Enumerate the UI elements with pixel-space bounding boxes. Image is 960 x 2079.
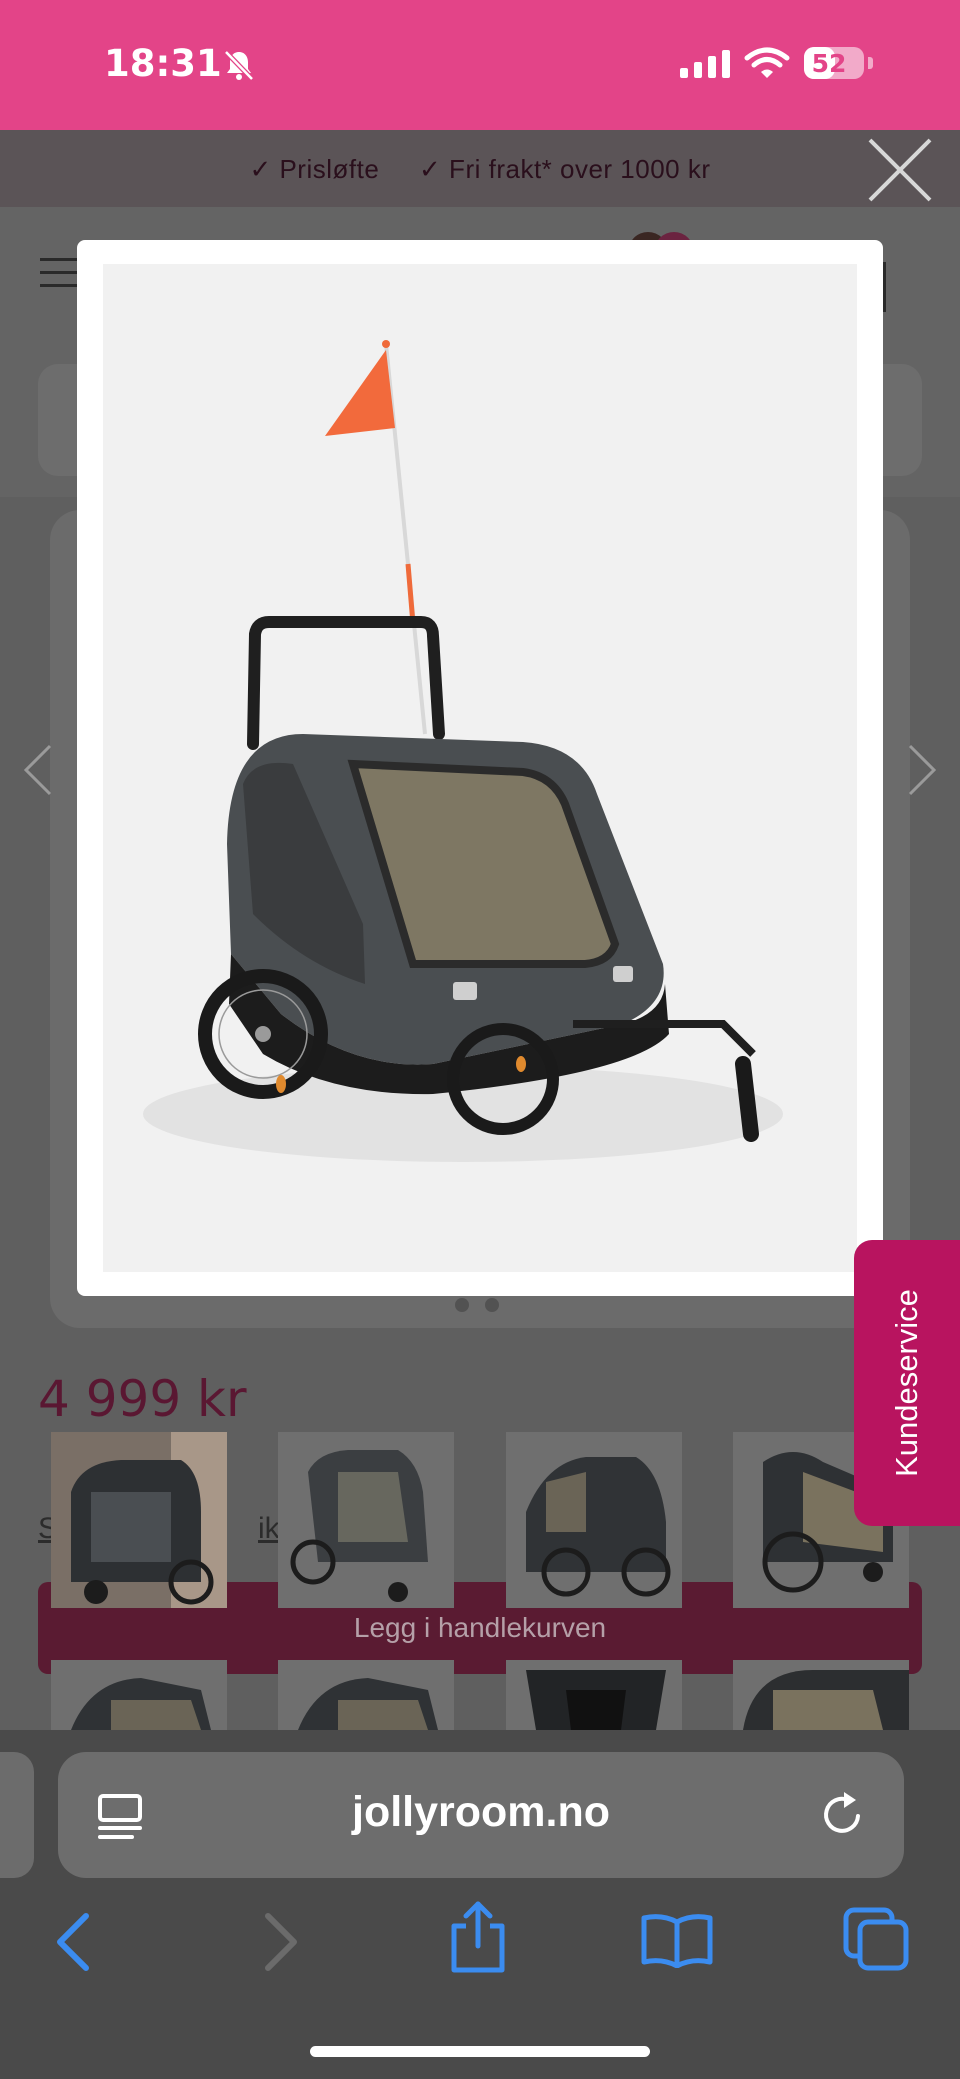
customer-service-tab[interactable]: Kundeservice [854,1240,960,1526]
menu-icon[interactable] [40,258,80,288]
thumbnail-1[interactable] [51,1432,227,1608]
thumbnail-6[interactable] [278,1660,454,1730]
home-indicator [310,2046,650,2057]
status-bar: 18:31 52 [0,0,960,130]
battery-icon: 52 [804,47,864,79]
promo-bar: ✓ Prisløfte ✓ Fri frakt* over 1000 kr [0,130,960,207]
bookmarks-icon[interactable] [640,1912,714,1968]
thumbnail-8[interactable] [733,1660,909,1730]
promo-price-promise: ✓ Prisløfte [249,154,380,184]
close-icon[interactable] [862,132,938,208]
previous-tab-preview[interactable] [0,1752,34,1878]
page: 18:31 52 ✓ Prisløfte ✓ Fri frakt* over 1… [0,0,960,2079]
product-image [103,264,857,1272]
status-time: 18:31 [104,42,222,85]
customer-service-label: Kundeservice [889,1289,924,1477]
signal-icon [680,50,730,78]
product-price: 4 999 kr [38,1370,247,1428]
thumbnail-7[interactable] [506,1660,682,1730]
tabs-icon[interactable] [842,1906,912,1972]
chevron-right-icon[interactable] [904,740,940,800]
bell-off-icon [224,50,254,81]
chevron-left-icon[interactable] [20,740,56,800]
thumbnail-5[interactable] [51,1660,227,1730]
thumbnail-2[interactable] [278,1432,454,1608]
battery-tip [868,57,873,69]
back-arrow-icon[interactable] [52,1910,96,1974]
thumbnail-3[interactable] [506,1432,682,1608]
promo-free-shipping: ✓ Fri frakt* over 1000 kr [419,154,711,184]
bike-trailer-image [143,340,783,1162]
forward-arrow-icon[interactable] [258,1910,302,1974]
share-icon[interactable] [446,1900,510,1976]
reload-icon[interactable] [818,1790,868,1840]
image-lightbox [77,240,883,1296]
gallery-dots [455,1298,515,1317]
url-text: jollyroom.no [352,1788,610,1836]
wifi-icon [744,47,790,78]
battery-level: 52 [811,49,847,78]
